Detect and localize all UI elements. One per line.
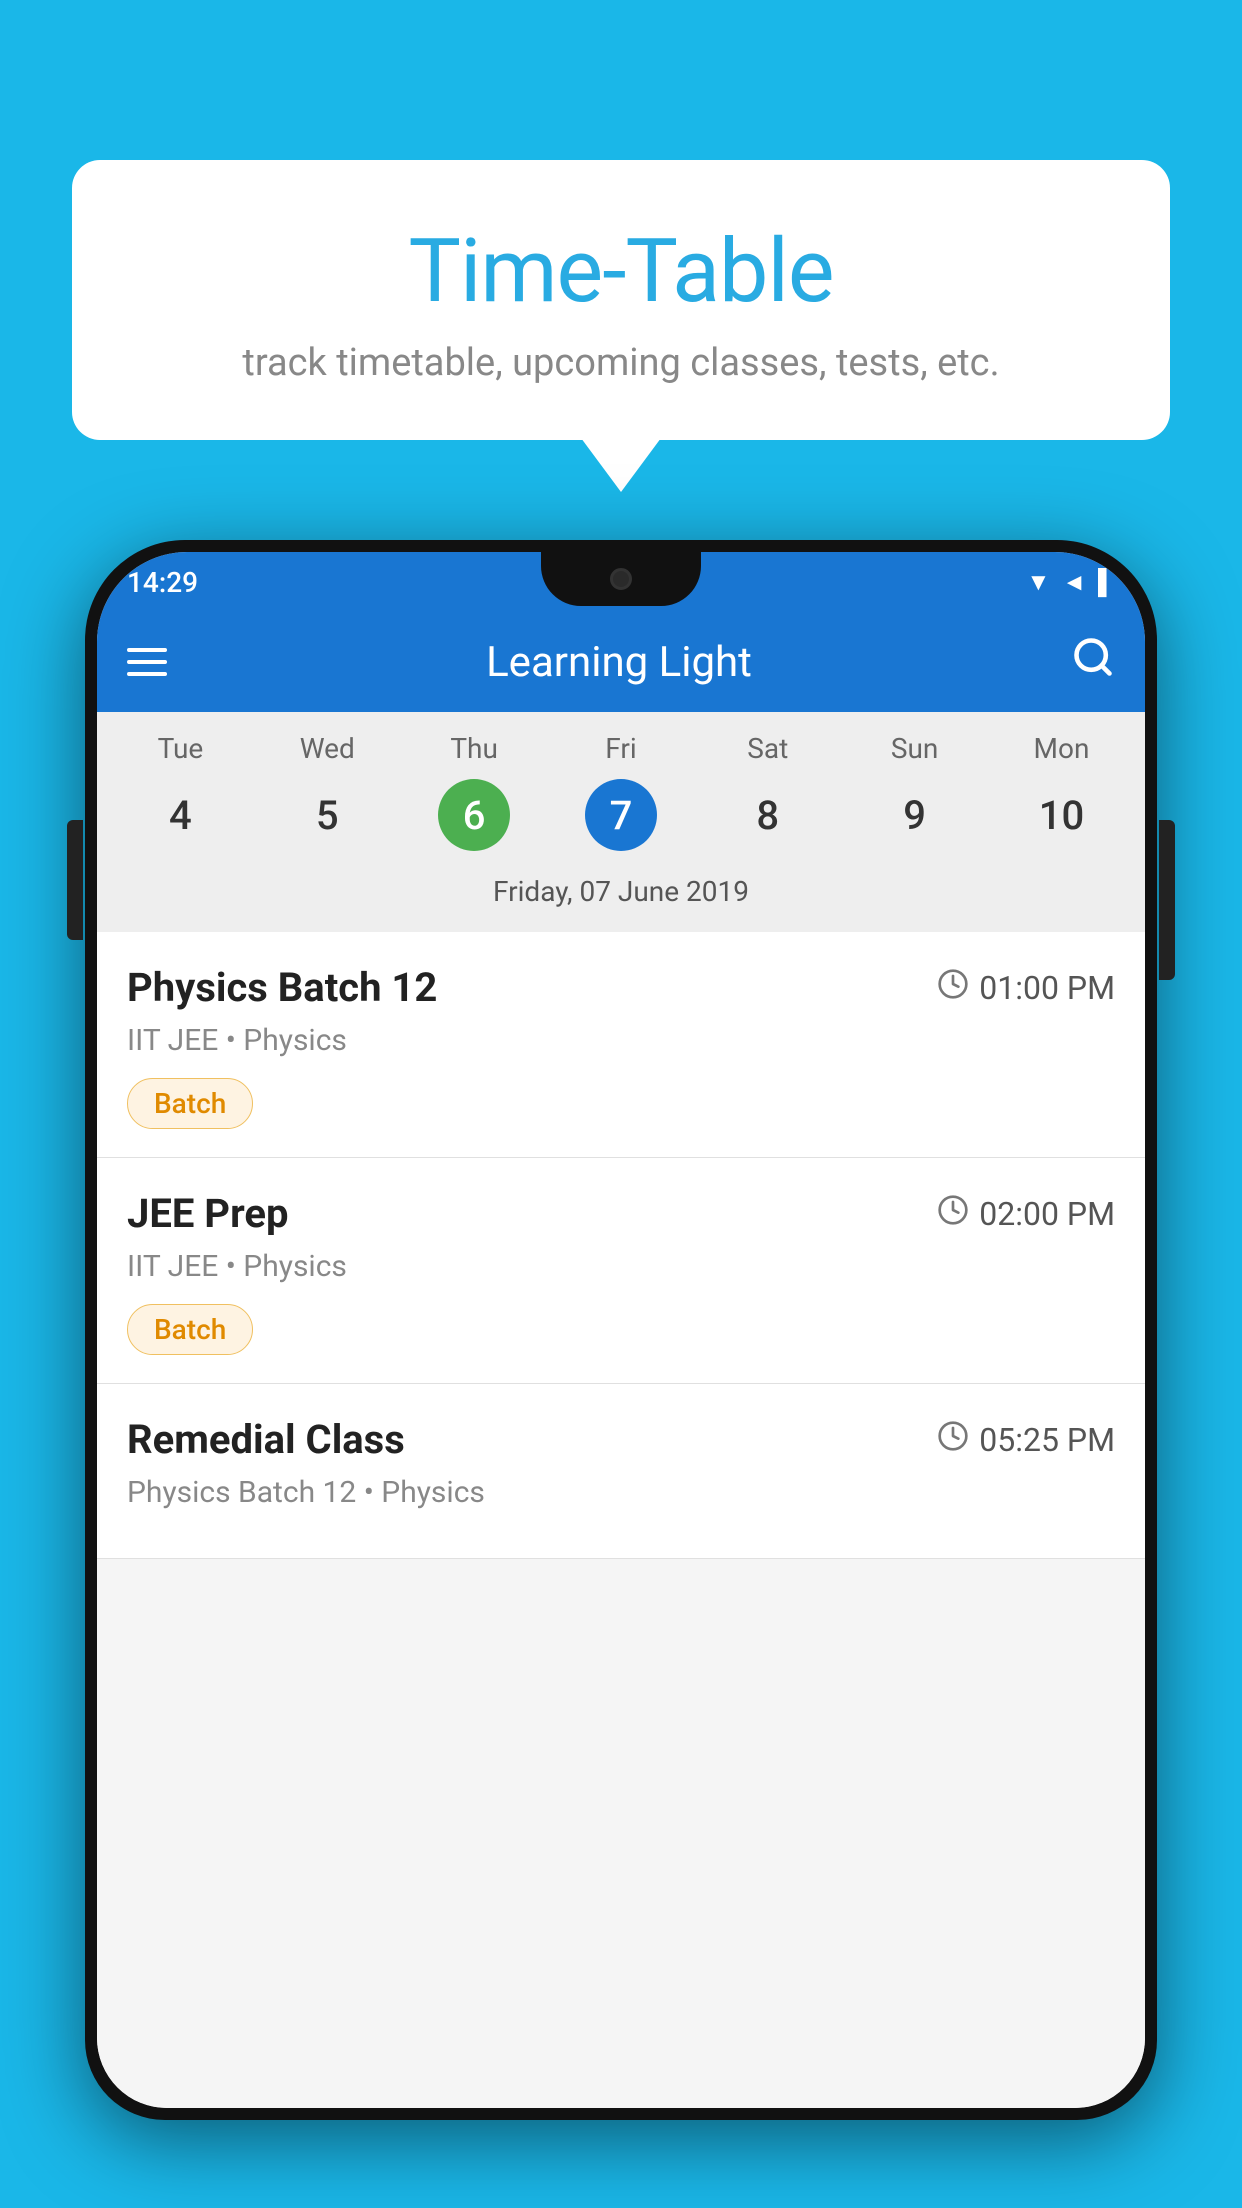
class-card-2[interactable]: JEE Prep 02:00 PM	[97, 1158, 1145, 1384]
cal-day-name-wed: Wed	[300, 732, 355, 765]
wifi-icon: ▼	[1026, 568, 1050, 597]
cal-day-name-thu: Thu	[450, 732, 498, 765]
card-2-time-text: 02:00 PM	[979, 1195, 1115, 1233]
phone-screen: 14:29 ▼ ◄ ▌ Learning Light	[97, 552, 1145, 2108]
app-bar-title: Learning Light	[197, 638, 1041, 687]
class-card-1[interactable]: Physics Batch 12 01:00 PM	[97, 932, 1145, 1158]
phone-wrapper: 14:29 ▼ ◄ ▌ Learning Light	[85, 540, 1157, 2208]
card-1-time: 01:00 PM	[937, 968, 1115, 1008]
cal-day-name-fri: Fri	[605, 732, 636, 765]
card-1-batch-badge: Batch	[127, 1078, 253, 1129]
clock-icon-2	[937, 1194, 969, 1234]
cal-day-name-mon: Mon	[1034, 732, 1090, 765]
app-bar: Learning Light	[97, 612, 1145, 712]
card-1-time-text: 01:00 PM	[979, 969, 1115, 1007]
card-1-title: Physics Batch 12	[127, 964, 437, 1011]
card-3-top-row: Remedial Class 05:25 PM	[127, 1416, 1115, 1463]
cal-day-name-sat: Sat	[747, 732, 788, 765]
status-time: 14:29	[127, 566, 198, 599]
calendar-day-mon[interactable]: Mon 10	[1025, 732, 1097, 851]
cal-day-num-thu: 6	[438, 779, 510, 851]
signal-icon: ◄	[1062, 568, 1086, 597]
cal-day-num-sat: 8	[732, 779, 804, 851]
bubble-subtitle: track timetable, upcoming classes, tests…	[122, 341, 1120, 385]
class-card-3[interactable]: Remedial Class 05:25 PM	[97, 1384, 1145, 1559]
card-2-title: JEE Prep	[127, 1190, 288, 1237]
cal-day-num-sun: 9	[879, 779, 951, 851]
card-3-time-text: 05:25 PM	[979, 1421, 1115, 1459]
phone-notch	[541, 552, 701, 606]
clock-icon-3	[937, 1420, 969, 1460]
cal-day-num-wed: 5	[291, 779, 363, 851]
calendar-day-fri[interactable]: Fri 7	[585, 732, 657, 851]
selected-date-label: Friday, 07 June 2019	[107, 865, 1135, 922]
battery-icon: ▌	[1098, 568, 1115, 597]
calendar-day-sun[interactable]: Sun 9	[879, 732, 951, 851]
phone-outer: 14:29 ▼ ◄ ▌ Learning Light	[85, 540, 1157, 2120]
calendar-section: Tue 4 Wed 5 Thu 6 Fri 7	[97, 712, 1145, 932]
card-2-subtitle: IIT JEE • Physics	[127, 1249, 1115, 1284]
bubble-title: Time-Table	[122, 220, 1120, 323]
hamburger-line-1	[127, 648, 167, 652]
search-button[interactable]	[1071, 635, 1115, 689]
status-icons: ▼ ◄ ▌	[1026, 568, 1115, 597]
calendar-days: Tue 4 Wed 5 Thu 6 Fri 7	[107, 732, 1135, 851]
clock-icon-1	[937, 968, 969, 1008]
calendar-day-tue[interactable]: Tue 4	[144, 732, 216, 851]
card-1-top-row: Physics Batch 12 01:00 PM	[127, 964, 1115, 1011]
cards-container: Physics Batch 12 01:00 PM	[97, 932, 1145, 2108]
camera-dot	[610, 568, 632, 590]
card-2-top-row: JEE Prep 02:00 PM	[127, 1190, 1115, 1237]
hamburger-line-3	[127, 672, 167, 676]
hamburger-menu-button[interactable]	[127, 648, 167, 676]
cal-day-name-tue: Tue	[158, 732, 204, 765]
calendar-day-sat[interactable]: Sat 8	[732, 732, 804, 851]
card-2-time: 02:00 PM	[937, 1194, 1115, 1234]
cal-day-num-mon: 10	[1025, 779, 1097, 851]
card-2-batch-badge: Batch	[127, 1304, 253, 1355]
cal-day-num-fri: 7	[585, 779, 657, 851]
calendar-day-thu[interactable]: Thu 6	[438, 732, 510, 851]
card-3-time: 05:25 PM	[937, 1420, 1115, 1460]
card-3-title: Remedial Class	[127, 1416, 405, 1463]
speech-bubble: Time-Table track timetable, upcoming cla…	[72, 160, 1170, 440]
cal-day-num-tue: 4	[144, 779, 216, 851]
card-1-subtitle: IIT JEE • Physics	[127, 1023, 1115, 1058]
cal-day-name-sun: Sun	[891, 732, 939, 765]
speech-bubble-wrapper: Time-Table track timetable, upcoming cla…	[72, 160, 1170, 440]
hamburger-line-2	[127, 660, 167, 664]
calendar-day-wed[interactable]: Wed 5	[291, 732, 363, 851]
card-3-subtitle: Physics Batch 12 • Physics	[127, 1475, 1115, 1510]
screen-content: 14:29 ▼ ◄ ▌ Learning Light	[97, 552, 1145, 2108]
